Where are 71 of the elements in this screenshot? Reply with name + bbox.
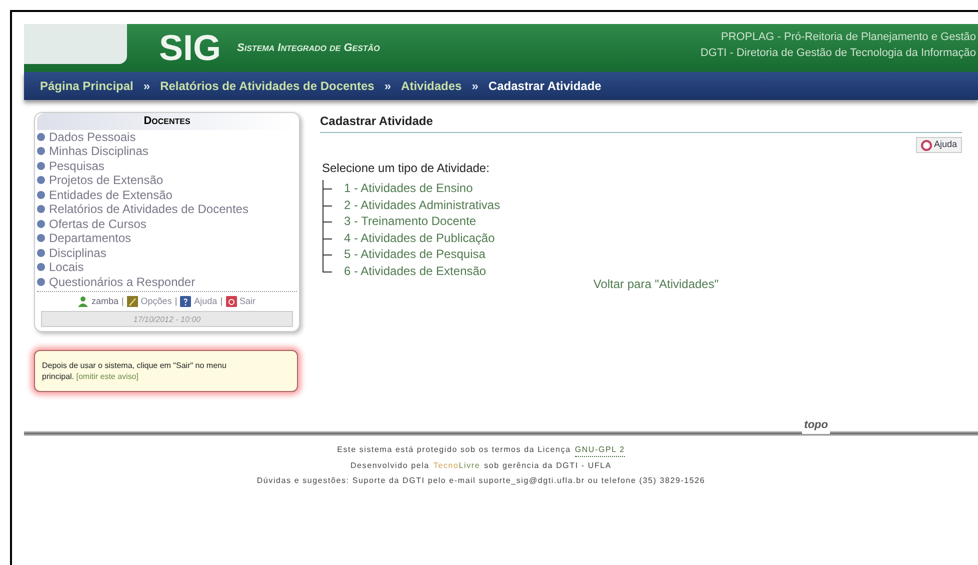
link-divider: | <box>220 294 223 308</box>
management-text: sob gerência da DGTI - UFLA <box>484 460 612 472</box>
user-menu-link[interactable]: zamba <box>91 294 118 308</box>
developer-text: Desenvolvido pela <box>350 460 430 472</box>
sidebar-item[interactable]: Relatórios de Atividades de Docentes <box>49 202 248 216</box>
bullet-icon <box>37 132 45 141</box>
user-menu-link[interactable]: Ajuda <box>194 294 218 308</box>
breadcrumb-separator: » <box>143 78 150 95</box>
sidebar-item[interactable]: Ofertas de Cursos <box>49 216 146 231</box>
notice-text: Depois de usar o sistema, clique em "Sair" no menu principal. [omitir este aviso] <box>42 360 228 382</box>
activity-type-link[interactable]: 2 - Atividades Administrativas <box>344 196 500 214</box>
sig-logo: SIG <box>159 26 222 70</box>
bullet-icon <box>37 263 45 272</box>
pencil-icon <box>126 296 138 307</box>
organization-name: PROPLAG - Pró-Reitoria de Planejamento e Gestão <box>721 30 976 45</box>
breadcrumb-link[interactable]: Cadastrar Atividade <box>488 77 602 95</box>
dismiss-link[interactable]: [omitir este aviso] <box>76 372 138 381</box>
activity-type-link[interactable]: 5 - Atividades de Pesquisa <box>344 245 486 264</box>
sidebar-item[interactable]: Entidades de Extensão <box>49 188 172 202</box>
sidebar-item[interactable]: Locais <box>49 260 84 274</box>
bullet-icon <box>37 147 45 156</box>
developer-link[interactable]: TecnoLivre <box>433 460 480 472</box>
date-time: 17/10/2012 - 10:00 <box>41 311 293 327</box>
user-menu-link[interactable]: Opções <box>140 294 172 308</box>
bullet-icon <box>37 234 45 242</box>
sidebar-item[interactable]: Minhas Disciplinas <box>49 144 148 158</box>
lifebuoy-icon <box>920 140 932 150</box>
license-link[interactable]: GNU-GPL 2 <box>574 444 625 457</box>
breadcrumb-link[interactable]: Atividades <box>401 77 462 95</box>
sidebar-item[interactable]: Departamentos <box>49 231 132 246</box>
bullet-icon <box>37 190 45 199</box>
bullet-icon <box>37 176 45 184</box>
contact-text: Dúvidas e sugestões: Suporte da DGTI pelo e-mail suporte_sig@dgti.ufla.br ou telefone (35) 3829-1526 <box>256 475 706 487</box>
system-subtitle: Sistema Integrado de Gestão <box>237 41 380 56</box>
user-icon <box>78 296 88 307</box>
activity-type-link[interactable]: 3 - Treinamento Docente <box>344 212 476 230</box>
help-icon <box>180 296 192 307</box>
license-text: Este sistema está protegido sob os termos da Licença <box>337 444 571 456</box>
sidebar-item[interactable]: Dados Pessoais <box>49 130 136 144</box>
breadcrumb-link[interactable]: Página Principal <box>40 77 134 95</box>
tree-corner-icon <box>322 262 332 272</box>
exit-icon <box>226 296 237 307</box>
sidebar-item[interactable]: Pesquisas <box>49 158 104 173</box>
tree-branch-icon <box>322 230 332 246</box>
activity-type-link[interactable]: 1 - Atividades de Ensino <box>344 179 473 198</box>
link-divider: | <box>174 294 178 308</box>
prompt-text: Selecione um tipo de Atividade: <box>322 160 490 177</box>
tree-branch-icon <box>322 246 332 263</box>
bullet-icon <box>37 205 45 214</box>
breadcrumb-link[interactable]: Relatórios de Atividades de Docentes <box>160 77 374 95</box>
tree-branch-icon <box>322 213 332 230</box>
sidebar-item[interactable]: Projetos de Extensão <box>49 173 164 188</box>
organization-name: DGTI - Diretoria de Gestão de Tecnologia da Informação <box>700 46 976 61</box>
link-divider: | <box>121 294 124 308</box>
sidebar-item[interactable]: Questionários a Responder <box>49 274 196 289</box>
tree-branch-icon <box>322 180 332 197</box>
user-menu-link[interactable]: Sair <box>240 294 256 308</box>
breadcrumb-separator: » <box>384 78 392 95</box>
bullet-icon <box>37 278 45 286</box>
bullet-icon <box>37 248 45 257</box>
breadcrumb-separator: » <box>472 78 478 95</box>
activity-type-link[interactable]: 4 - Atividades de Publicação <box>344 228 495 247</box>
bullet-icon <box>37 162 45 170</box>
activity-type-link[interactable]: 6 - Atividades de Extensão <box>344 262 486 280</box>
help-button[interactable]: Ajuda <box>916 137 962 153</box>
back-link[interactable]: Voltar para "Atividades" <box>593 275 719 293</box>
page-title: Cadastrar Atividade <box>320 112 962 133</box>
sidebar-item[interactable]: Disciplinas <box>49 246 106 260</box>
bullet-icon <box>37 220 45 228</box>
tree-branch-icon <box>322 196 332 214</box>
sidebar-title: Docentes <box>37 113 297 130</box>
